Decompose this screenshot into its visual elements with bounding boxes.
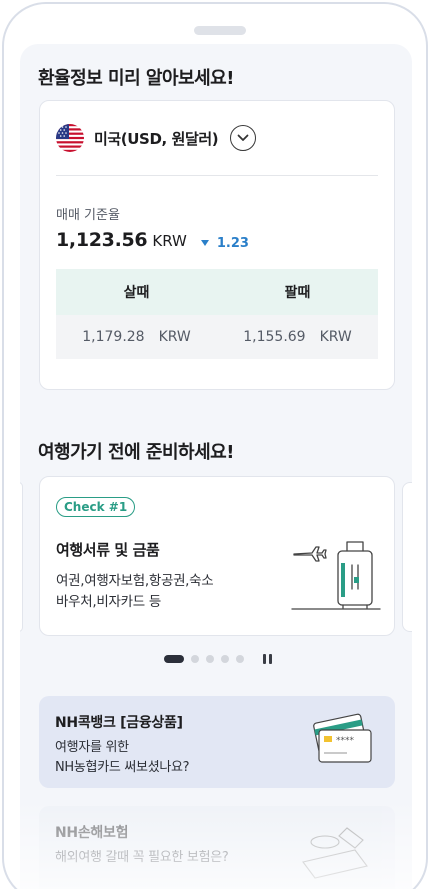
rate-change-value: 1.23 [216,235,249,251]
promo-title: NH콕뱅크 [금융상품] [55,715,183,731]
chevron-down-icon [237,134,249,141]
pagination-dot[interactable] [191,655,199,663]
promo-desc-line-2: NH농협카드 써보셨나요? [55,760,190,775]
promo-card-nh-insurance[interactable]: NH손해보험 해외여행 갈때 꼭 필요한 보험은? [39,806,395,889]
sell-header: 팔때 [284,285,311,301]
carousel-pagination [164,654,275,664]
rate-change: 1.23 [200,235,249,251]
insurance-illustration [302,827,368,879]
buy-sell-table: 살때 팔때 1,179.28 KRW 1,155.69 KRW [56,269,378,359]
promo-card-nh-bank[interactable]: NH콕뱅크 [금융상품] 여행자를 위한 NH농협카드 써보셨나요? **** [39,696,395,788]
buy-rate-value: 1,179.28 [82,329,145,345]
travel-check-card[interactable]: Check #1 여행서류 및 금품 여권,여행자보험,항공권,숙소 바우처,비… [39,476,395,636]
sell-rate-unit: KRW [319,329,352,345]
travel-desc-line-1: 여권,여행자보험,항공권,숙소 [56,573,214,589]
promo-title: NH손해보험 [55,825,129,841]
pagination-dot-active[interactable] [164,655,184,663]
pagination-dot[interactable] [206,655,214,663]
buy-rate-unit: KRW [158,329,191,345]
travel-card-description: 여권,여행자보험,항공권,숙소 바우처,비자카드 등 [56,571,214,613]
table-row: 1,179.28 KRW 1,155.69 KRW [56,315,378,359]
promo-description: 여행자를 위한 NH농협카드 써보셨나요? [55,738,190,778]
plane-suitcase-illustration [291,541,381,610]
table-header-row: 살때 팔때 [56,269,378,315]
speaker-notch [194,26,246,35]
promo-desc-line-1: 해외여행 갈때 꼭 필요한 보험은? [55,850,229,865]
card-divider [56,175,378,176]
exchange-section-title: 환율정보 미리 알아보세요! [38,68,234,89]
pagination-dot[interactable] [221,655,229,663]
sell-rate-value: 1,155.69 [243,329,306,345]
check-badge: Check #1 [56,497,136,517]
carousel-prev-card[interactable] [20,482,23,632]
screen: 환율정보 미리 알아보세요! 미국(USD, 원달러) 매매 기준율 1,123… [20,44,412,889]
promo-description: 해외여행 갈때 꼭 필요한 보험은? [55,848,229,868]
exchange-rate-card: 미국(USD, 원달러) 매매 기준율 1,123.56 KRW 1.23 살때… [39,100,395,390]
carousel-next-card[interactable] [402,482,412,632]
country-name: 미국(USD, 원달러) [94,129,219,148]
us-flag-icon [56,124,84,152]
country-dropdown-button[interactable] [230,125,257,151]
buy-header: 살때 [123,285,150,301]
base-rate-label: 매매 기준율 [56,208,120,223]
travel-card-title: 여행서류 및 금품 [56,541,160,559]
card-number-text: **** [336,736,355,746]
down-triangle-icon [200,240,209,246]
travel-desc-line-2: 바우처,비자카드 등 [56,594,161,610]
base-rate-value: 1,123.56 [56,229,148,251]
buy-rate-cell: 1,179.28 KRW [56,315,217,359]
base-rate-unit: KRW [152,232,187,250]
credit-card-illustration: **** [313,713,372,763]
pagination-dot[interactable] [236,655,244,663]
sell-rate-cell: 1,155.69 KRW [217,315,378,359]
travel-section-title: 여행가기 전에 준비하세요! [38,442,234,463]
country-selector[interactable]: 미국(USD, 원달러) [56,123,257,153]
pause-icon[interactable] [263,654,275,664]
base-rate-row: 1,123.56 KRW 1.23 [56,229,249,251]
promo-desc-line-1: 여행자를 위한 [55,740,129,755]
